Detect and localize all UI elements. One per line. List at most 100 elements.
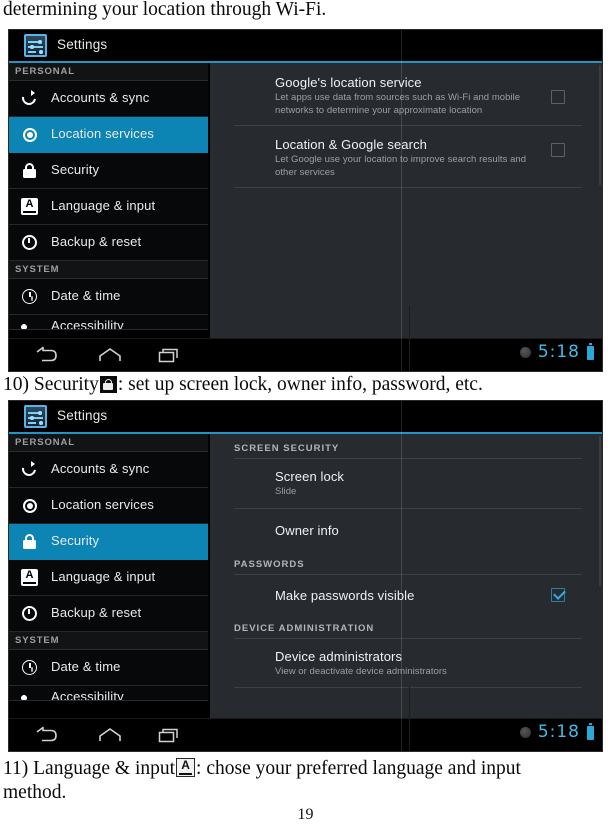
sidebar-item-security[interactable]: Security [9,524,208,560]
settings-sliders-icon [24,34,47,57]
backup-restore-icon [21,234,38,251]
sidebar-section-personal: PERSONAL [9,434,208,452]
sidebar-item-label: Security [51,533,100,548]
sidebar-item-label: Accessibility [51,318,124,330]
sidebar-item-backup-reset[interactable]: Backup & reset [9,225,208,261]
sidebar-item-label: Security [51,162,100,177]
sidebar-item-label: Language & input [51,198,156,213]
sidebar-item-security[interactable]: Security [9,153,208,189]
sidebar-item-date-time[interactable]: Date & time [9,279,208,315]
lock-icon [99,376,117,393]
row-title: Device administrators [275,648,403,664]
notification-dot-icon [519,347,531,358]
divider [234,687,582,688]
row-title: Make passwords visible [275,587,415,603]
sidebar-item-accounts-sync[interactable]: Accounts & sync [9,452,208,488]
checkbox-make-passwords-visible[interactable] [551,587,565,602]
row-subtitle: Let apps use data from sources such as W… [275,92,521,116]
sidebar-item-label: Language & input [51,569,156,584]
row-subtitle: Slide [275,486,297,497]
sidebar-item-accounts-sync[interactable]: Accounts & sync [9,81,208,117]
screenshot-location-services: Settings PERSONAL Accounts & sync Locati… [8,29,603,372]
settings-content-security: SCREEN SECURITY Screen lock Slide Owner … [209,434,602,719]
settings-content-location: Google's location service Let apps use d… [209,63,602,339]
sidebar-item-accessibility[interactable]: Accessibility [9,686,208,701]
row-device-administrators[interactable]: Device administrators View or deactivate… [210,639,602,688]
sync-icon [21,90,38,107]
document-page: determining your location through Wi-Fi.… [0,0,611,830]
caption-security-prefix: 10) Security [3,374,99,395]
checkbox-google-location-service[interactable] [551,90,565,104]
sidebar-section-personal: PERSONAL [9,63,208,81]
clock-icon [21,659,38,676]
group-header-screen-security: SCREEN SECURITY [234,443,340,454]
accessibility-hand-icon [21,689,38,700]
accessibility-hand-icon [21,318,38,329]
sync-icon [21,461,38,478]
status-area: 5:18 [519,342,594,362]
sidebar-item-location-services[interactable]: Location services [9,488,208,524]
location-target-icon [21,126,38,143]
sidebar-section-system: SYSTEM [9,632,208,650]
keyboard-a-icon [21,568,38,586]
screenshot-security: Settings PERSONAL Accounts & sync Locati… [8,400,603,752]
clock-icon [21,288,38,305]
sidebar-item-date-time[interactable]: Date & time [9,650,208,686]
intro-text: determining your location through Wi-Fi. [3,0,327,20]
row-google-location-service[interactable]: Google's location service Let apps use d… [210,63,602,125]
backup-restore-icon [21,605,38,622]
row-subtitle: Let Google use your location to improve … [275,154,527,178]
sidebar-item-backup-reset[interactable]: Backup & reset [9,596,208,632]
status-divider [409,306,410,371]
system-navigation-bar: 5:18 [9,306,602,371]
action-bar: Settings [9,30,602,61]
row-make-passwords-visible[interactable]: Make passwords visible [210,575,602,616]
sidebar-item-label: Accessibility [51,689,124,701]
caption-security: 10) Security : set up screen lock, owner … [3,373,609,397]
group-header-device-administration: DEVICE ADMINISTRATION [234,622,375,634]
app-title: Settings [57,408,108,423]
checkbox-location-google-search[interactable] [551,143,565,157]
divider [234,187,582,188]
lock-icon [21,533,38,550]
back-icon[interactable] [33,346,59,364]
sidebar-item-label: Date & time [51,288,121,303]
row-subtitle: View or deactivate device administrators [275,665,447,677]
caption-language-line2: method. [3,782,67,803]
sidebar-item-accessibility[interactable]: Accessibility [9,315,208,330]
sidebar-item-label: Backup & reset [51,234,142,249]
row-title: Google's location service [275,75,422,90]
sidebar-item-language-input[interactable]: Language & input [9,189,208,225]
row-location-google-search[interactable]: Location & Google search Let Google use … [210,126,602,187]
keyboard-a-icon [176,757,196,777]
sidebar-item-location-services[interactable]: Location services [9,117,208,153]
status-divider [409,686,410,751]
settings-sidebar[interactable]: PERSONAL Accounts & sync Location servic… [9,63,208,339]
sidebar-section-system: SYSTEM [9,261,208,279]
sidebar-item-language-input[interactable]: Language & input [9,560,208,596]
lock-icon [21,162,38,179]
home-icon[interactable] [97,346,123,364]
sidebar-item-label: Backup & reset [51,605,142,620]
recent-apps-icon[interactable] [157,346,183,364]
caption-language-input: 11) Language & input : chose your preferr… [3,757,609,805]
caption-security-suffix: : set up screen lock, owner info, passwo… [117,374,483,395]
sidebar-item-label: Accounts & sync [51,461,150,476]
sidebar-item-label: Date & time [51,659,121,674]
battery-full-icon [587,343,594,360]
recent-apps-icon[interactable] [157,726,183,744]
row-owner-info[interactable]: Owner info [210,509,602,552]
row-screen-lock[interactable]: Screen lock Slide [210,459,602,508]
location-target-icon [21,497,38,514]
sidebar-item-label: Accounts & sync [51,90,150,105]
settings-sidebar[interactable]: PERSONAL Accounts & sync Location servic… [9,434,208,719]
sidebar-item-label: Location services [51,126,154,141]
back-icon[interactable] [33,726,59,744]
status-clock: 5:18 [537,342,580,362]
caption-language-suffix: : chose your preferred language and inpu… [196,758,521,779]
battery-full-icon [587,723,594,740]
home-icon[interactable] [97,726,123,744]
caption-language-prefix: 11) Language & input [3,758,176,779]
keyboard-a-icon [21,197,38,215]
status-area: 5:18 [519,723,594,741]
